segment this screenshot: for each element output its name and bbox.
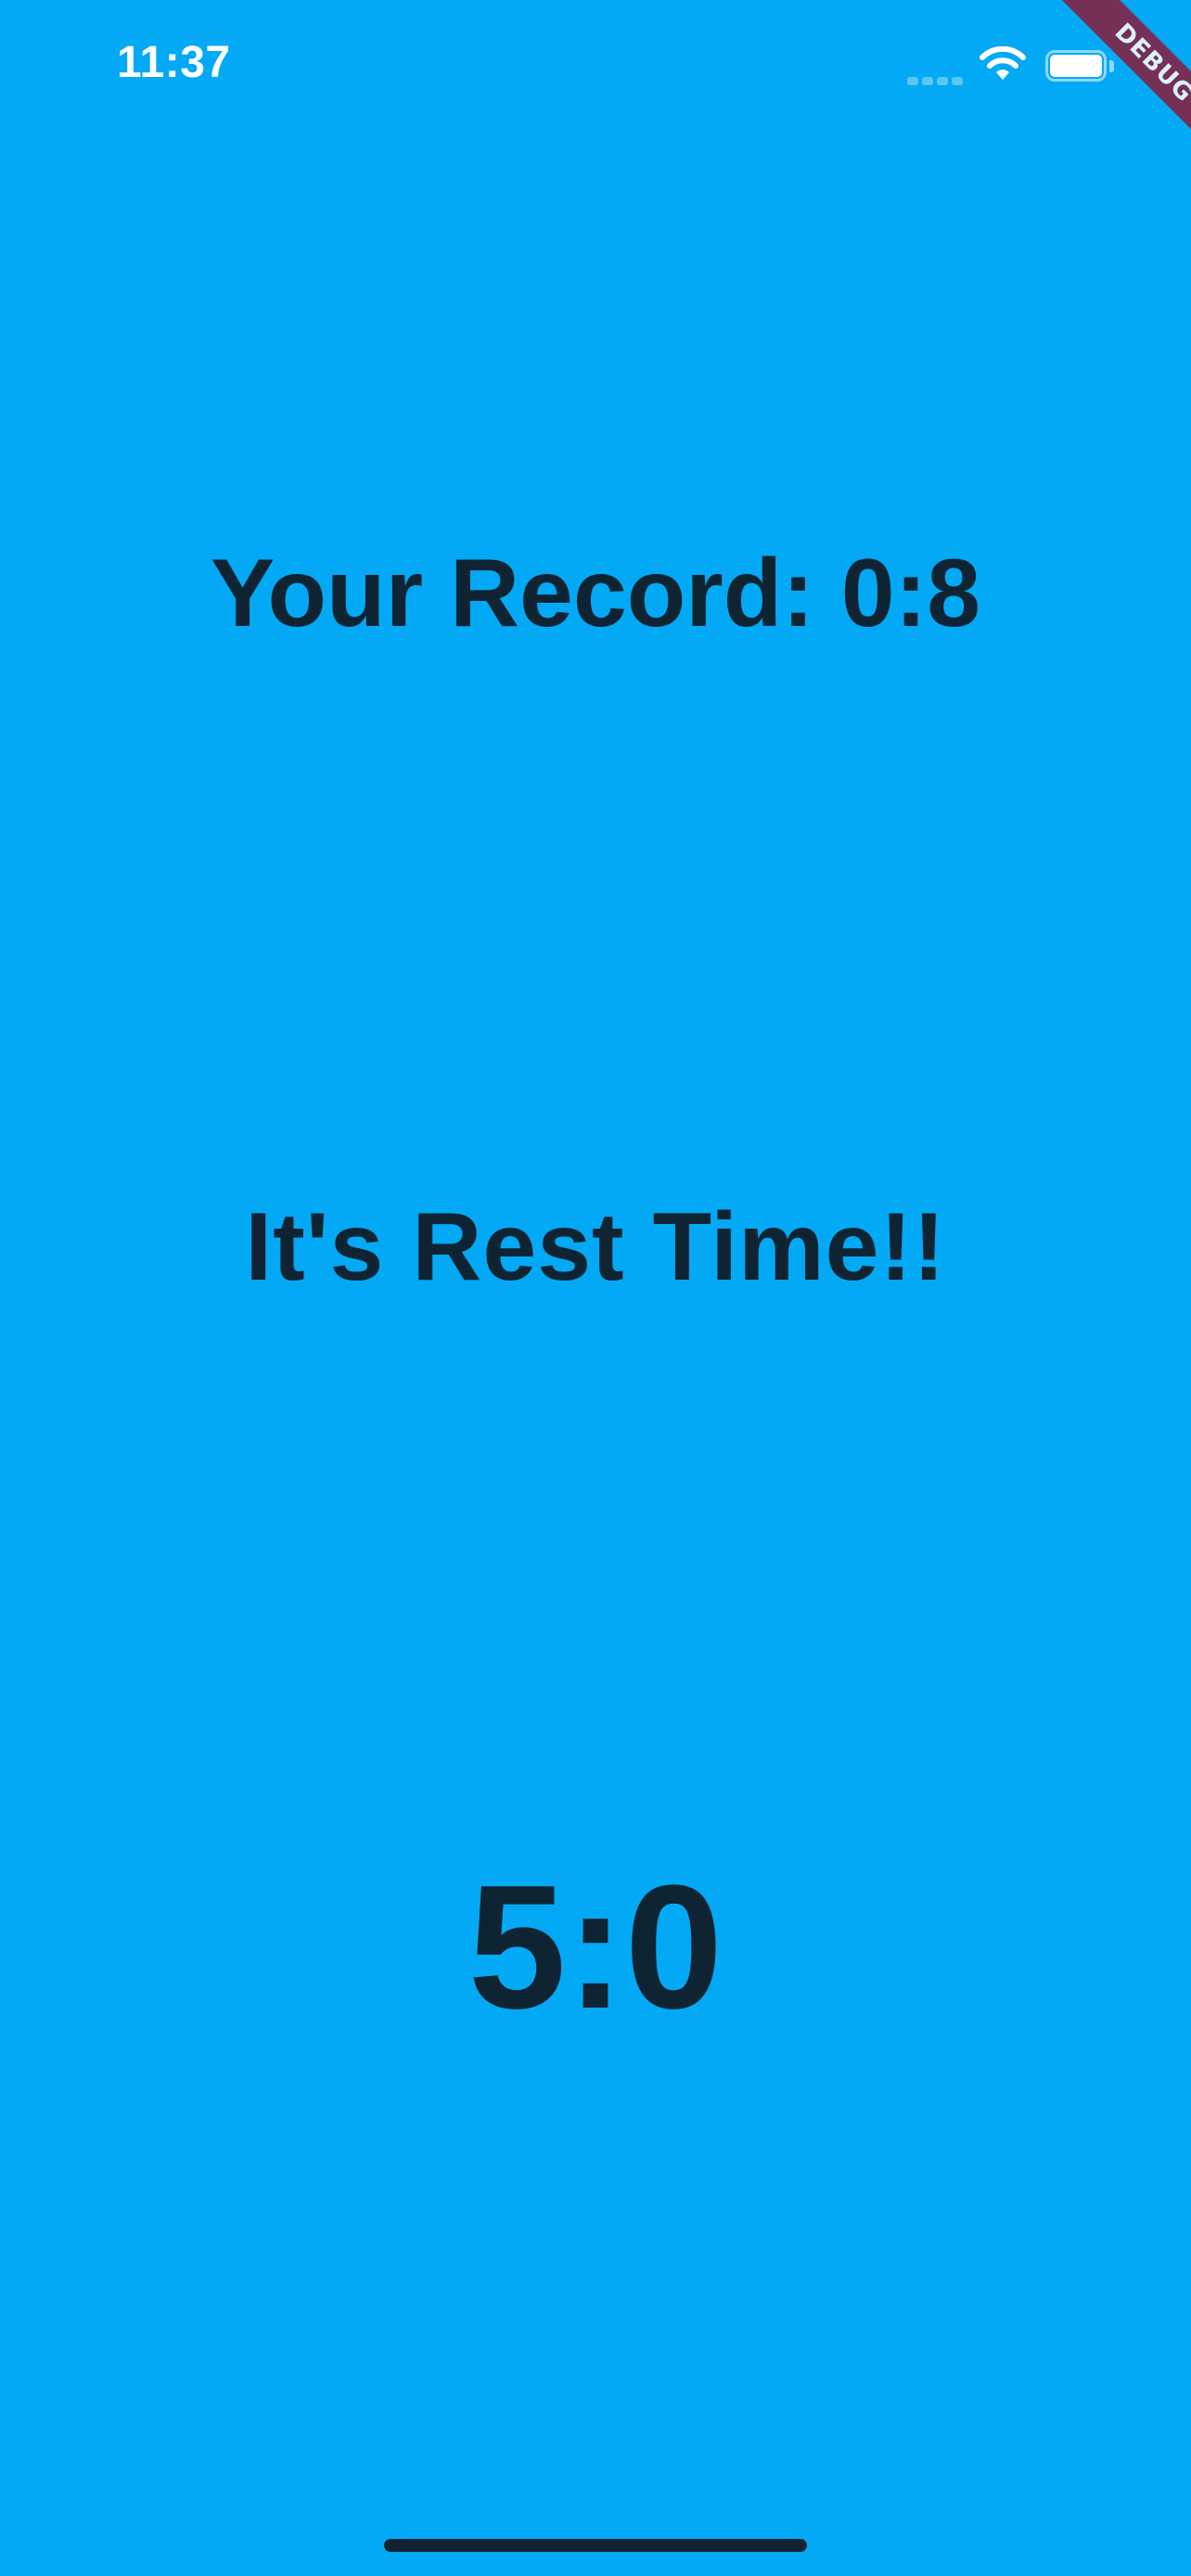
wifi-icon (979, 45, 1027, 83)
status-time: 11:37 (117, 38, 231, 87)
rest-message: It's Rest Time!! (245, 1193, 946, 1301)
countdown-timer: 5:0 (467, 1849, 724, 2046)
home-indicator[interactable] (384, 2539, 807, 2552)
cellular-signal-icon (907, 76, 963, 85)
debug-banner: DEBUG (1024, 0, 1191, 167)
rest-screen: 11:37 DEBUG Your Record: 0:8 It's Rest T… (0, 0, 1191, 2576)
record-label: Your Record: 0:8 (210, 540, 981, 647)
status-bar: 11:37 (0, 0, 1191, 130)
debug-banner-label: DEBUG (1054, 0, 1191, 163)
